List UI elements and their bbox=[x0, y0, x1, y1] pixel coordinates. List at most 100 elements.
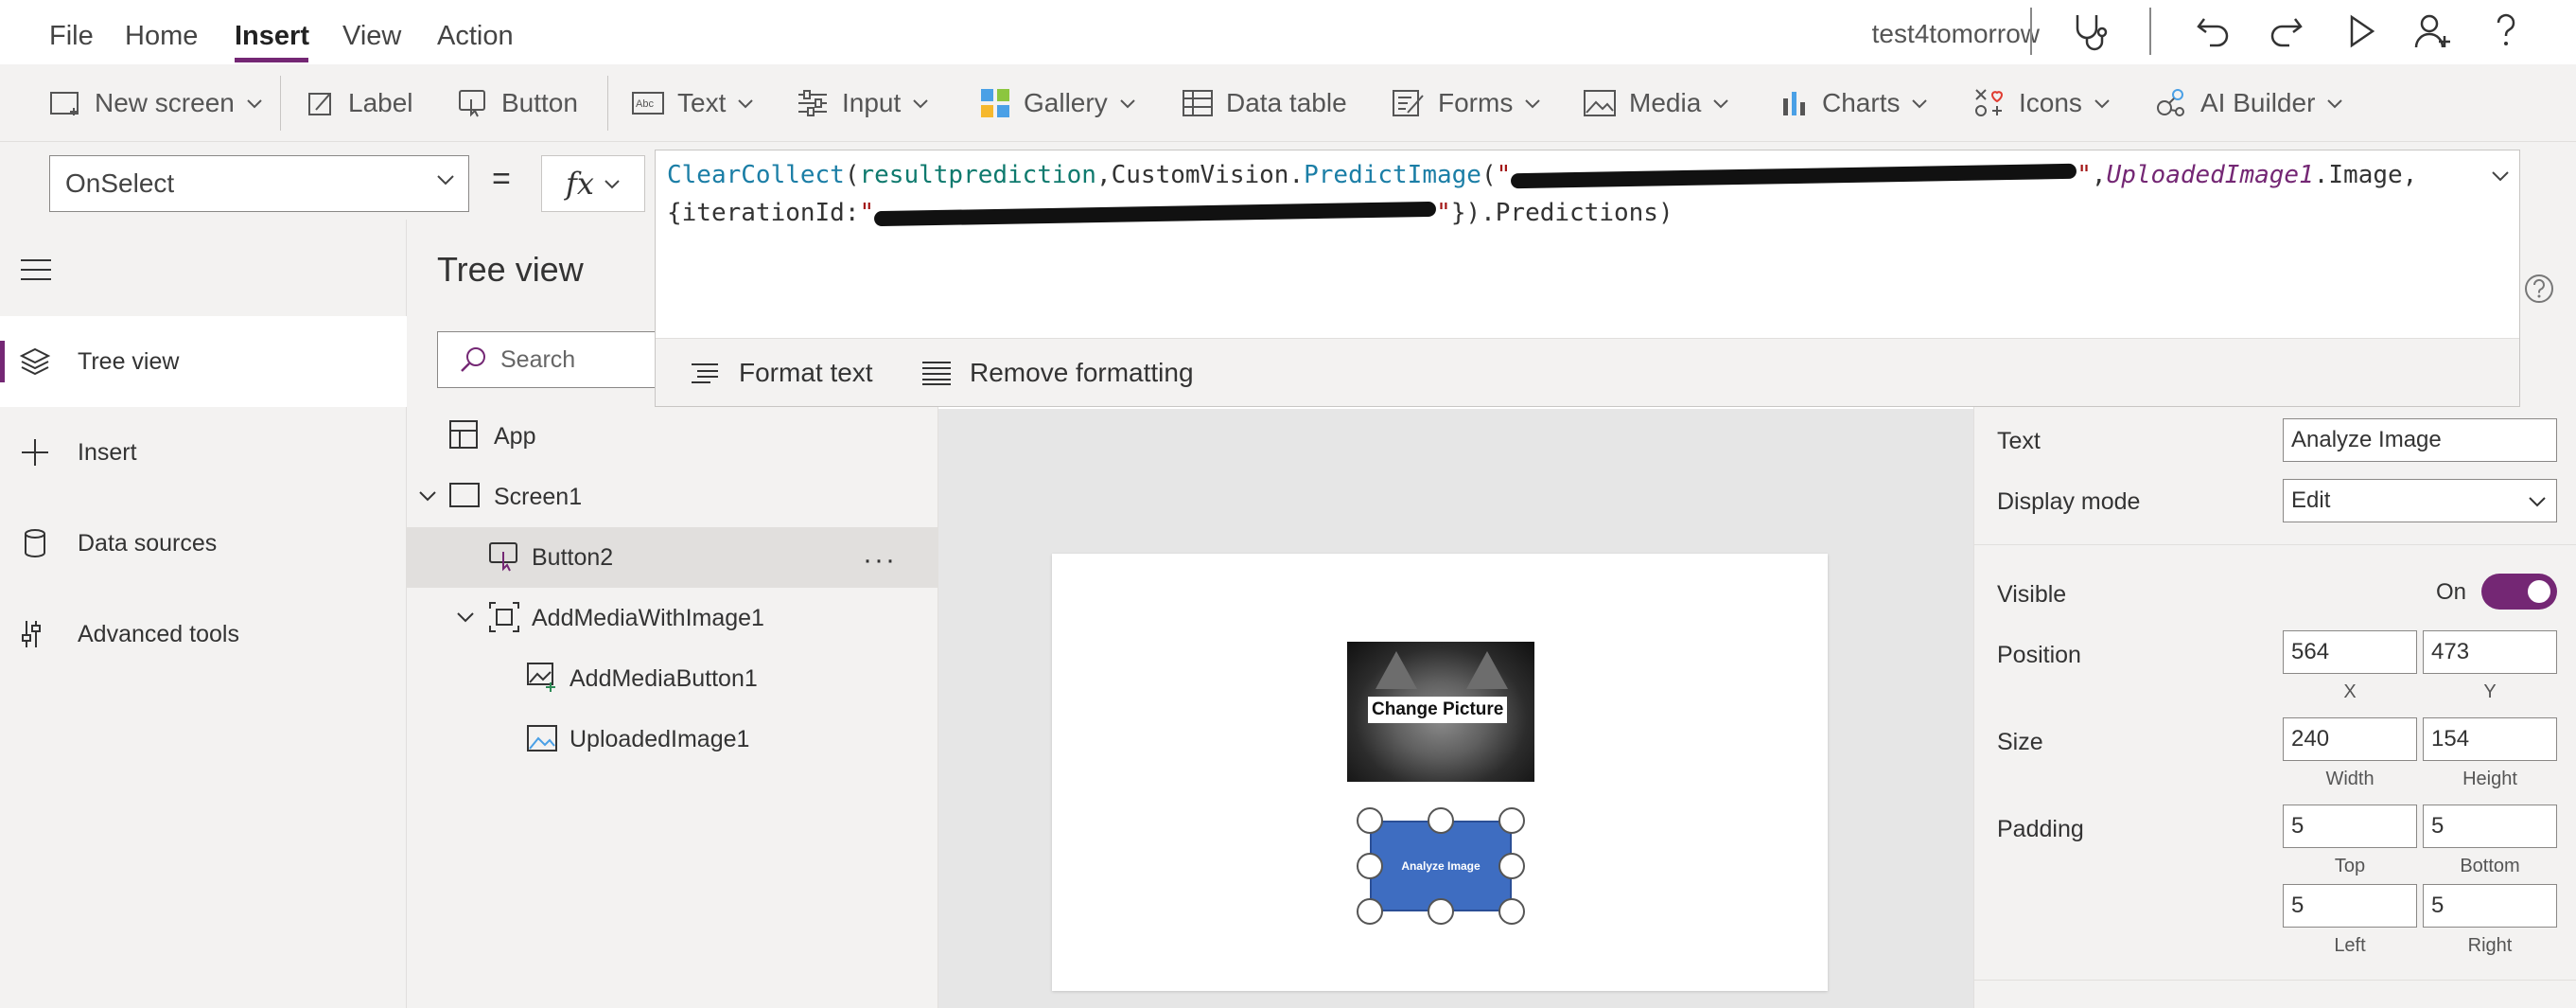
ai-builder-button[interactable]: AI Builder bbox=[2155, 64, 2343, 142]
padding-top-input[interactable]: 5 bbox=[2283, 805, 2417, 848]
padding-bottom-value: 5 bbox=[2431, 813, 2445, 839]
more-options-icon[interactable]: ··· bbox=[863, 544, 897, 576]
button-button[interactable]: Button bbox=[458, 64, 578, 142]
menu-file[interactable]: File bbox=[49, 21, 94, 52]
text-button[interactable]: Abc Text bbox=[632, 64, 754, 142]
menu-insert[interactable]: Insert bbox=[235, 21, 309, 52]
section-divider bbox=[1974, 980, 2576, 981]
function-fx-button[interactable]: fx bbox=[541, 155, 645, 212]
format-text-icon bbox=[692, 363, 718, 383]
remove-formatting-button[interactable]: Remove formatting bbox=[920, 358, 1194, 388]
position-x-value: 564 bbox=[2291, 639, 2330, 664]
x-caption: X bbox=[2343, 681, 2357, 702]
nav-label: Tree view bbox=[78, 347, 180, 375]
charts-button[interactable]: Charts bbox=[1780, 64, 1928, 142]
menu-action[interactable]: Action bbox=[437, 21, 514, 52]
add-media-image[interactable]: Change Picture bbox=[1347, 642, 1534, 782]
gallery-button[interactable]: Gallery bbox=[980, 64, 1136, 142]
nav-label: Insert bbox=[78, 438, 137, 466]
formula-editor[interactable]: ClearCollect(resultprediction,CustomVisi… bbox=[655, 150, 2520, 407]
formula-token: }).Predictions) bbox=[1450, 199, 1674, 227]
display-mode-label: Display mode bbox=[1997, 488, 2141, 515]
label-button[interactable]: Label bbox=[307, 64, 413, 142]
padding-right-input[interactable]: 5 bbox=[2423, 884, 2557, 928]
tree-node-addmediabutton1[interactable]: AddMediaButton1 bbox=[407, 648, 938, 709]
formula-token: ( bbox=[844, 161, 860, 189]
width-input[interactable]: 240 bbox=[2283, 717, 2417, 761]
format-text-button[interactable]: Format text bbox=[690, 358, 873, 388]
charts-button-label: Charts bbox=[1822, 88, 1901, 117]
forms-edit-icon bbox=[1393, 90, 1424, 116]
forms-button[interactable]: Forms bbox=[1393, 64, 1541, 142]
height-value: 154 bbox=[2431, 726, 2470, 752]
analyze-image-button-text: Analyze Image bbox=[1401, 859, 1481, 873]
menu-view[interactable]: View bbox=[342, 21, 401, 52]
resize-handle[interactable] bbox=[1428, 807, 1454, 834]
formula-token: " bbox=[1436, 199, 1451, 227]
nav-data-sources[interactable]: Data sources bbox=[0, 498, 407, 589]
svg-text:Abc: Abc bbox=[636, 98, 654, 110]
display-mode-value: Edit bbox=[2291, 487, 2331, 513]
resize-handle[interactable] bbox=[1357, 898, 1383, 925]
tree-node-app[interactable]: App bbox=[407, 406, 938, 467]
formula-code[interactable]: ClearCollect(resultprediction,CustomVisi… bbox=[667, 156, 2445, 232]
undo-icon[interactable] bbox=[2191, 9, 2234, 53]
chevron-down-icon[interactable] bbox=[456, 610, 475, 624]
tree-node-addmediawithimage1[interactable]: AddMediaWithImage1 bbox=[407, 588, 938, 648]
padding-right-value: 5 bbox=[2431, 893, 2445, 918]
chevron-down-icon bbox=[2327, 99, 2343, 109]
nav-tree-view[interactable]: Tree view bbox=[0, 316, 407, 407]
height-input[interactable]: 154 bbox=[2423, 717, 2557, 761]
formula-token: " bbox=[859, 199, 875, 227]
chevron-down-icon bbox=[247, 99, 262, 109]
media-button[interactable]: Media bbox=[1584, 64, 1729, 142]
resize-handle[interactable] bbox=[1357, 853, 1383, 879]
button-pointer-icon bbox=[459, 90, 485, 117]
resize-handle[interactable] bbox=[1357, 807, 1383, 834]
section-divider bbox=[1974, 544, 2576, 545]
redaction-scribble bbox=[1511, 163, 2077, 188]
input-button[interactable]: Input bbox=[797, 64, 929, 142]
position-label: Position bbox=[1997, 642, 2081, 668]
formula-token: {iterationId: bbox=[667, 199, 860, 227]
expand-formula-chevron-icon[interactable] bbox=[2491, 169, 2510, 183]
menu-home[interactable]: Home bbox=[125, 21, 198, 52]
hamburger-menu-icon[interactable] bbox=[19, 257, 53, 282]
button-pointer-icon bbox=[489, 542, 517, 572]
resize-handle[interactable] bbox=[1498, 807, 1525, 834]
app-checker-stethoscope-icon[interactable] bbox=[2068, 9, 2112, 53]
resize-handle[interactable] bbox=[1428, 898, 1454, 925]
padding-left-input[interactable]: 5 bbox=[2283, 884, 2417, 928]
icons-button[interactable]: Icons bbox=[1973, 64, 2111, 142]
share-user-icon[interactable] bbox=[2410, 9, 2454, 53]
resize-handle[interactable] bbox=[1498, 853, 1525, 879]
play-preview-icon[interactable] bbox=[2339, 9, 2382, 53]
icons-collection-icon bbox=[1975, 89, 2004, 116]
new-screen-button[interactable]: New screen bbox=[49, 64, 263, 142]
data-table-button[interactable]: Data table bbox=[1183, 64, 1347, 142]
database-icon bbox=[25, 529, 45, 557]
chevron-down-icon bbox=[2529, 497, 2546, 507]
nav-insert[interactable]: Insert bbox=[0, 407, 407, 498]
property-dropdown[interactable]: OnSelect bbox=[49, 155, 469, 212]
chevron-down-icon[interactable] bbox=[418, 489, 437, 503]
resize-handle[interactable] bbox=[1498, 898, 1525, 925]
padding-bottom-input[interactable]: 5 bbox=[2423, 805, 2557, 848]
label-edit-icon bbox=[308, 93, 331, 115]
display-mode-dropdown[interactable]: Edit bbox=[2283, 479, 2557, 522]
visible-toggle[interactable] bbox=[2481, 574, 2557, 610]
media-button-label: Media bbox=[1629, 88, 1702, 117]
tree-node-uploadedimage1[interactable]: UploadedImage1 bbox=[407, 709, 938, 769]
help-question-icon[interactable] bbox=[2484, 9, 2528, 53]
position-x-input[interactable]: 564 bbox=[2283, 630, 2417, 674]
tree-node-button2[interactable]: Button2 ··· bbox=[407, 527, 938, 588]
position-y-input[interactable]: 473 bbox=[2423, 630, 2557, 674]
formula-token: resultprediction bbox=[859, 161, 1096, 189]
help-circle-icon[interactable] bbox=[2523, 273, 2555, 305]
redo-icon[interactable] bbox=[2265, 9, 2308, 53]
nav-advanced-tools[interactable]: Advanced tools bbox=[0, 589, 407, 680]
change-picture-label[interactable]: Change Picture bbox=[1368, 697, 1508, 723]
text-property-input[interactable]: Analyze Image bbox=[2283, 418, 2557, 462]
app-screen[interactable]: Change Picture Analyze Image bbox=[1052, 554, 1828, 991]
tree-node-screen1[interactable]: Screen1 bbox=[407, 467, 938, 527]
